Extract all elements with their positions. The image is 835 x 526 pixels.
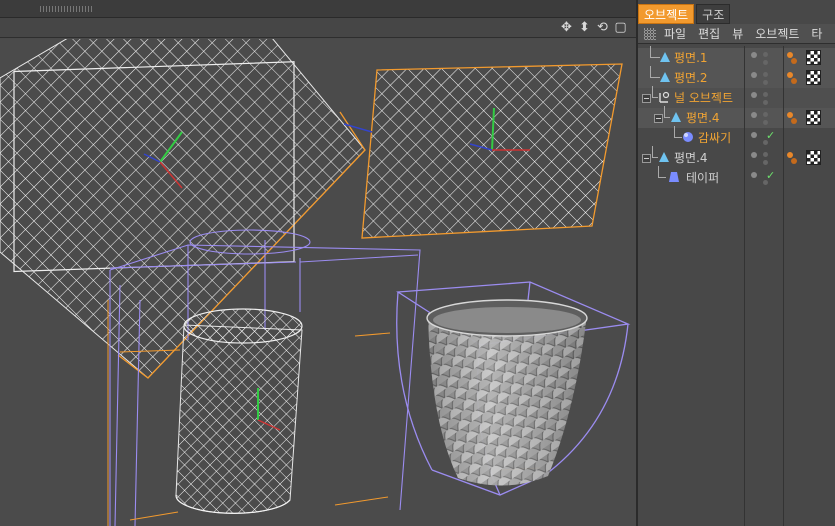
plane-icon <box>659 152 669 162</box>
render-dot[interactable] <box>763 112 768 117</box>
render-dot[interactable] <box>763 120 768 125</box>
render-dot[interactable] <box>763 160 768 165</box>
visibility-dot[interactable] <box>751 72 757 78</box>
render-dot[interactable] <box>763 72 768 77</box>
tree-row[interactable]: 테이퍼 ✓ <box>638 166 835 188</box>
visibility-dot[interactable] <box>751 152 757 158</box>
render-dot[interactable] <box>763 152 768 157</box>
texture-tag-icon[interactable] <box>786 51 798 65</box>
visibility-dot[interactable] <box>751 112 757 118</box>
object-tree: 평면.1 평면.2 널 오브젝트 평면.4 감싸기 ✓ 평면.4 테이퍼 ✓ <box>638 46 835 526</box>
material-tag-icon[interactable] <box>806 50 821 65</box>
3d-viewport[interactable] <box>0 39 636 526</box>
top-strip <box>0 0 636 18</box>
render-dot[interactable] <box>763 92 768 97</box>
cup-mesh[interactable] <box>426 299 588 486</box>
object-manager: 오브젝트 구조 파일 편집 뷰 오브젝트 타 평면.1 평면.2 널 오브젝트 … <box>638 0 835 526</box>
tree-row[interactable]: 감싸기 ✓ <box>638 126 835 148</box>
tree-row[interactable]: 평면.4 <box>638 146 835 168</box>
texture-tag-icon[interactable] <box>786 71 798 85</box>
menu-edit[interactable]: 편집 <box>698 25 720 42</box>
manager-menubar: 파일 편집 뷰 오브젝트 타 <box>638 24 835 44</box>
object-name: 널 오브젝트 <box>674 91 734 105</box>
object-name: 평면.4 <box>674 151 708 165</box>
tree-row[interactable]: 평면.4 <box>638 106 835 128</box>
tab-structure[interactable]: 구조 <box>696 4 731 24</box>
object-name: 평면.1 <box>674 51 708 65</box>
material-tag-icon[interactable] <box>806 70 821 85</box>
visibility-dot[interactable] <box>751 132 757 138</box>
viewport-nav-icons: ✥ ⬍ ⟲ ▢ <box>559 19 628 36</box>
grid-menu-icon[interactable] <box>644 27 656 40</box>
menu-view[interactable]: 뷰 <box>732 25 743 42</box>
menu-file[interactable]: 파일 <box>664 25 686 42</box>
wrap-deformer-icon <box>683 132 693 142</box>
texture-tag-icon[interactable] <box>786 151 798 165</box>
plane-icon <box>671 112 681 122</box>
visibility-dot[interactable] <box>751 172 757 178</box>
viewport-toolbar: ✥ ⬍ ⟲ ▢ <box>0 18 636 38</box>
tab-objects[interactable]: 오브젝트 <box>638 4 695 24</box>
plane-1-mesh[interactable] <box>0 39 366 379</box>
null-object-icon <box>659 91 670 103</box>
tree-row[interactable]: 평면.1 <box>638 46 835 68</box>
render-dot[interactable] <box>763 52 768 57</box>
render-dot[interactable] <box>763 60 768 65</box>
cylinder-mesh[interactable] <box>175 308 303 514</box>
plane-2-mesh[interactable] <box>361 63 623 239</box>
menu-tags[interactable]: 타 <box>811 25 822 42</box>
material-tag-icon[interactable] <box>806 110 821 125</box>
column-separator <box>783 46 784 526</box>
viewport-scene <box>0 39 631 526</box>
collapse-toggle[interactable] <box>654 114 663 123</box>
material-tag-icon[interactable] <box>806 150 821 165</box>
render-dot[interactable] <box>763 100 768 105</box>
collapse-toggle[interactable] <box>642 94 651 103</box>
collapse-toggle[interactable] <box>642 154 651 163</box>
taper-deformer-icon <box>669 172 679 182</box>
visibility-dot[interactable] <box>751 92 757 98</box>
enabled-check-icon[interactable]: ✓ <box>766 169 775 182</box>
object-name: 테이퍼 <box>686 171 720 185</box>
drag-grip[interactable] <box>40 6 92 12</box>
rotate-view-icon[interactable]: ⟲ <box>595 19 610 36</box>
tree-row[interactable]: 널 오브젝트 <box>638 86 835 108</box>
object-name: 평면.2 <box>674 71 708 85</box>
move-view-icon[interactable]: ✥ <box>559 19 574 36</box>
maximize-view-icon[interactable]: ▢ <box>613 19 628 36</box>
plane-icon <box>660 72 670 82</box>
tree-row[interactable]: 평면.2 <box>638 66 835 88</box>
zoom-view-icon[interactable]: ⬍ <box>577 19 592 36</box>
visibility-dot[interactable] <box>751 52 757 58</box>
enabled-check-icon[interactable]: ✓ <box>766 129 775 142</box>
plane-icon <box>660 52 670 62</box>
manager-tabs: 오브젝트 구조 <box>638 4 732 24</box>
object-name: 평면.4 <box>686 111 720 125</box>
column-separator <box>744 46 745 526</box>
texture-tag-icon[interactable] <box>786 111 798 125</box>
app-window: ✥ ⬍ ⟲ ▢ 오브젝트 구조 파일 편집 뷰 오브젝트 타 평면.1 평면.2… <box>0 0 835 526</box>
menu-object[interactable]: 오브젝트 <box>755 25 799 42</box>
object-name: 감싸기 <box>698 131 732 145</box>
render-dot[interactable] <box>763 80 768 85</box>
